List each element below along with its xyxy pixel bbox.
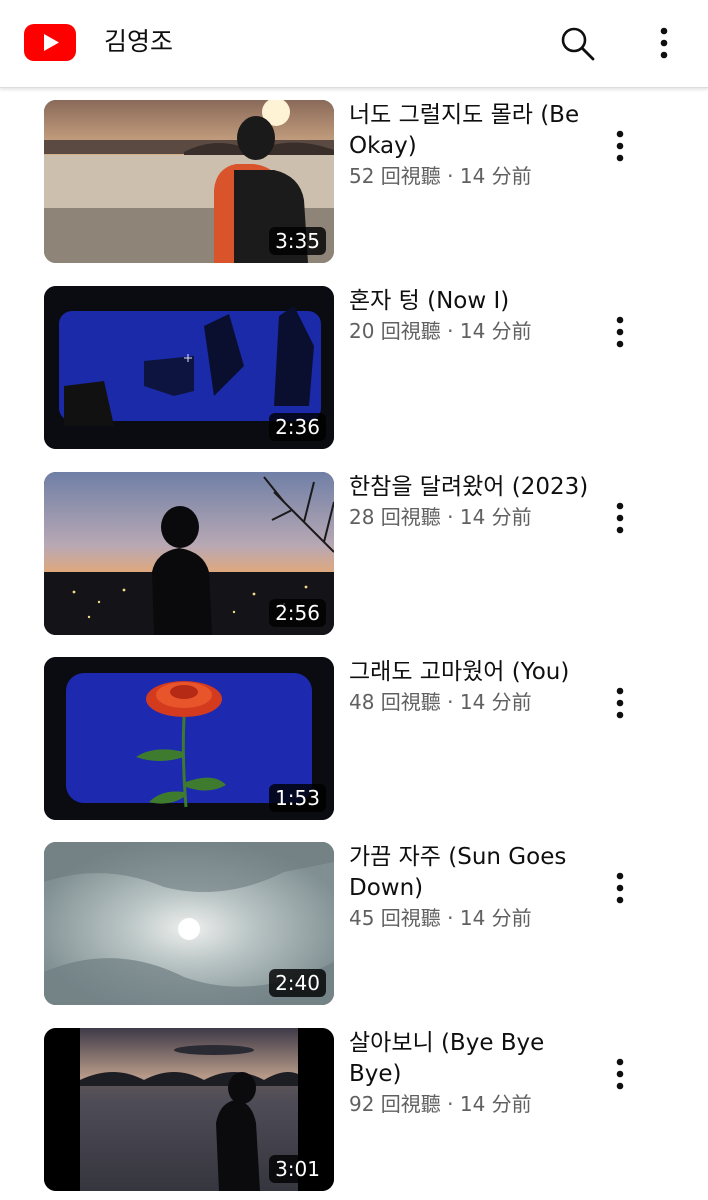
app-header: 김영조 (0, 0, 708, 88)
youtube-logo-icon[interactable] (24, 24, 76, 61)
video-thumbnail[interactable]: 2:36 (44, 286, 334, 449)
video-title[interactable]: 한참을 달려왔어 (2023) (349, 472, 589, 503)
video-duration: 2:56 (269, 599, 326, 627)
more-options-icon[interactable] (650, 22, 678, 64)
video-stats: 52 回視聽 · 14 分前 (349, 164, 532, 188)
video-title[interactable]: 그래도 고마웠어 (You) (349, 657, 589, 688)
more-vertical-icon[interactable] (606, 1054, 634, 1094)
video-item[interactable]: 3:35 너도 그럴지도 몰라 (Be Okay) 52 回視聽 · 14 分前 (0, 100, 708, 264)
video-item[interactable]: 2:36 혼자 텅 (Now I) 20 回視聽 · 14 分前 (0, 286, 708, 450)
video-stats: 45 回視聽 · 14 分前 (349, 906, 532, 930)
video-meta: 그래도 고마웠어 (You) 48 回視聽 · 14 分前 (349, 657, 589, 716)
video-thumbnail[interactable]: 3:35 (44, 100, 334, 263)
video-title[interactable]: 가끔 자주 (Sun Goes Down) (349, 842, 589, 904)
more-vertical-icon[interactable] (606, 312, 634, 352)
more-vertical-icon[interactable] (606, 498, 634, 538)
video-item[interactable]: 2:40 가끔 자주 (Sun Goes Down) 45 回視聽 · 14 分… (0, 842, 708, 1006)
video-stats: 28 回視聽 · 14 分前 (349, 505, 532, 529)
video-list: 3:35 너도 그럴지도 몰라 (Be Okay) 52 回視聽 · 14 分前 (0, 88, 708, 1200)
video-title[interactable]: 혼자 텅 (Now I) (349, 286, 589, 317)
video-item[interactable]: 1:53 그래도 고마웠어 (You) 48 回視聽 · 14 分前 (0, 657, 708, 821)
video-title[interactable]: 너도 그럴지도 몰라 (Be Okay) (349, 100, 589, 162)
video-item[interactable]: 2:56 한참을 달려왔어 (2023) 28 回視聽 · 14 分前 (0, 472, 708, 636)
video-thumbnail[interactable]: 3:01 (44, 1028, 334, 1191)
video-duration: 3:35 (269, 227, 326, 255)
video-thumbnail[interactable]: 2:56 (44, 472, 334, 635)
video-item[interactable]: 3:01 살아보니 (Bye Bye Bye) 92 回視聽 · 14 分前 (0, 1028, 708, 1192)
more-vertical-icon[interactable] (606, 126, 634, 166)
video-meta: 혼자 텅 (Now I) 20 回視聽 · 14 分前 (349, 286, 589, 345)
video-stats: 48 回視聽 · 14 分前 (349, 690, 532, 714)
video-meta: 가끔 자주 (Sun Goes Down) 45 回視聽 · 14 分前 (349, 842, 589, 932)
video-thumbnail[interactable]: 1:53 (44, 657, 334, 820)
search-icon[interactable] (556, 22, 598, 64)
video-duration: 1:53 (269, 784, 326, 812)
video-stats: 20 回視聽 · 14 分前 (349, 319, 532, 343)
video-title[interactable]: 살아보니 (Bye Bye Bye) (349, 1028, 589, 1090)
channel-name: 김영조 (104, 27, 174, 56)
video-meta: 너도 그럴지도 몰라 (Be Okay) 52 回視聽 · 14 分前 (349, 100, 589, 190)
video-meta: 한참을 달려왔어 (2023) 28 回視聽 · 14 分前 (349, 472, 589, 531)
more-vertical-icon[interactable] (606, 868, 634, 908)
video-duration: 2:40 (269, 969, 326, 997)
video-stats: 92 回視聽 · 14 分前 (349, 1092, 532, 1116)
video-duration: 3:01 (269, 1155, 326, 1183)
more-vertical-icon[interactable] (606, 683, 634, 723)
video-meta: 살아보니 (Bye Bye Bye) 92 回視聽 · 14 分前 (349, 1028, 589, 1118)
video-duration: 2:36 (269, 413, 326, 441)
video-thumbnail[interactable]: 2:40 (44, 842, 334, 1005)
